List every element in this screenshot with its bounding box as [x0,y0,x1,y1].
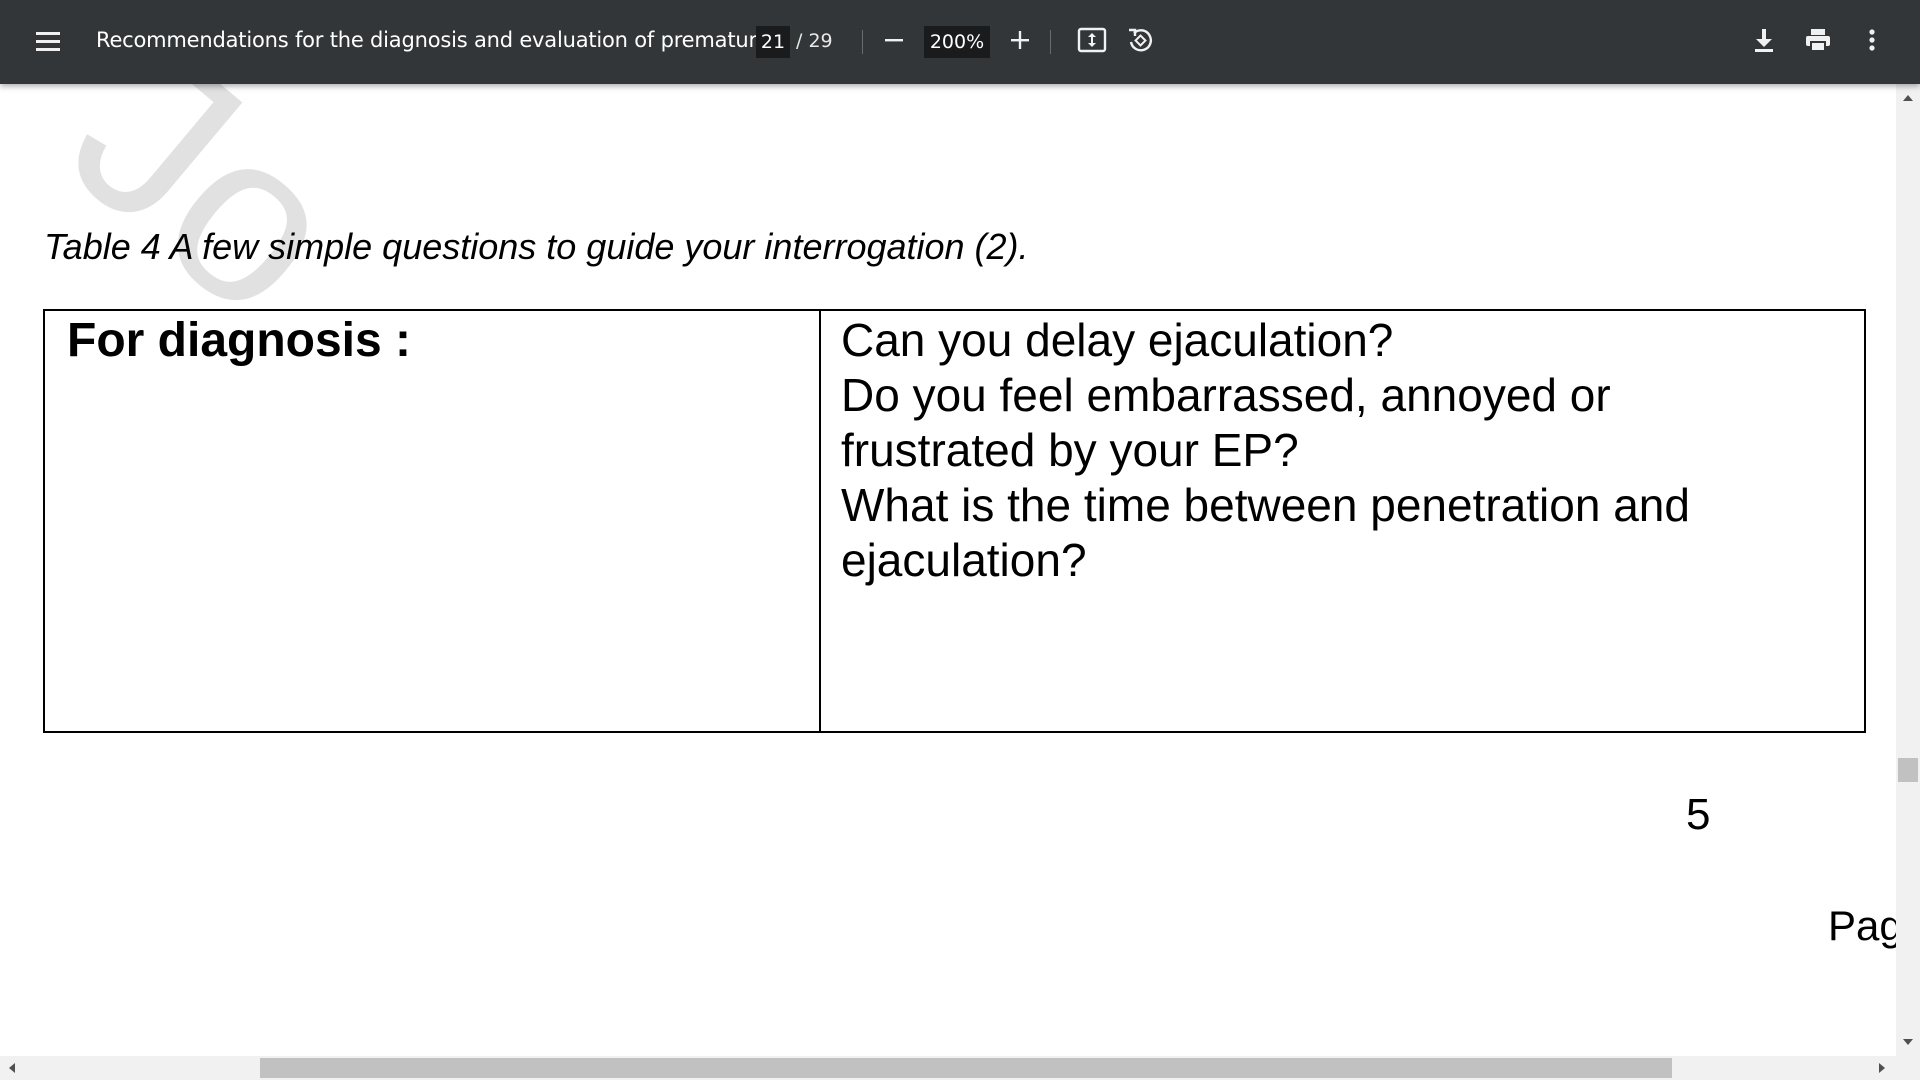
more-options-button[interactable] [1852,22,1892,62]
vertical-scrollbar[interactable] [1896,84,1920,1056]
page-number: 5 [1686,790,1711,839]
zoom-level-input[interactable]: 200% [924,26,990,58]
print-button[interactable] [1798,22,1838,62]
fit-page-button[interactable] [1072,22,1112,62]
print-icon [1804,27,1832,58]
zoom-in-icon [1009,29,1031,56]
document-title: Recommendations for the diagnosis and ev… [96,28,775,52]
zoom-in-button[interactable] [1000,22,1040,62]
download-button[interactable] [1744,22,1784,62]
horizontal-scroll-thumb[interactable] [260,1058,1672,1078]
toolbar-divider [862,30,863,54]
question-line: What is the time between penetration and [841,479,1690,531]
pdf-toolbar: Recommendations for the diagnosis and ev… [0,0,1920,84]
rotate-button[interactable] [1120,22,1160,62]
vertical-scroll-thumb[interactable] [1898,758,1918,782]
zoom-out-icon [883,29,905,56]
menu-icon[interactable] [28,26,68,58]
page-number-input[interactable]: 21 [756,26,790,58]
question-line: frustrated by your EP? [841,424,1299,476]
table-cell-questions: Can you delay ejaculation? Do you feel e… [821,311,1864,731]
page-total: / 29 [796,30,833,52]
questions-table: For diagnosis : Can you delay ejaculatio… [43,309,1866,733]
zoom-out-button[interactable] [874,22,914,62]
page-footer-label: Pag [1828,902,1896,949]
scroll-right-arrow-icon[interactable] [1874,1060,1890,1076]
question-line: Can you delay ejaculation? [841,314,1394,366]
question-line: ejaculation? [841,534,1087,586]
document-viewer[interactable]: Jo Table 4 A few simple questions to gui… [0,84,1896,1056]
question-line: Do you feel embarrassed, annoyed or [841,369,1611,421]
table-caption: Table 4 A few simple questions to guide … [44,226,1029,267]
toolbar-divider [1050,30,1051,54]
fit-page-icon [1077,27,1107,58]
table-cell-category: For diagnosis : [45,311,821,731]
scroll-up-arrow-icon[interactable] [1900,90,1916,106]
rotate-icon [1126,26,1154,59]
scroll-down-arrow-icon[interactable] [1900,1034,1916,1050]
download-icon [1752,27,1776,58]
more-options-icon [1868,28,1876,57]
scroll-left-arrow-icon[interactable] [4,1060,20,1076]
